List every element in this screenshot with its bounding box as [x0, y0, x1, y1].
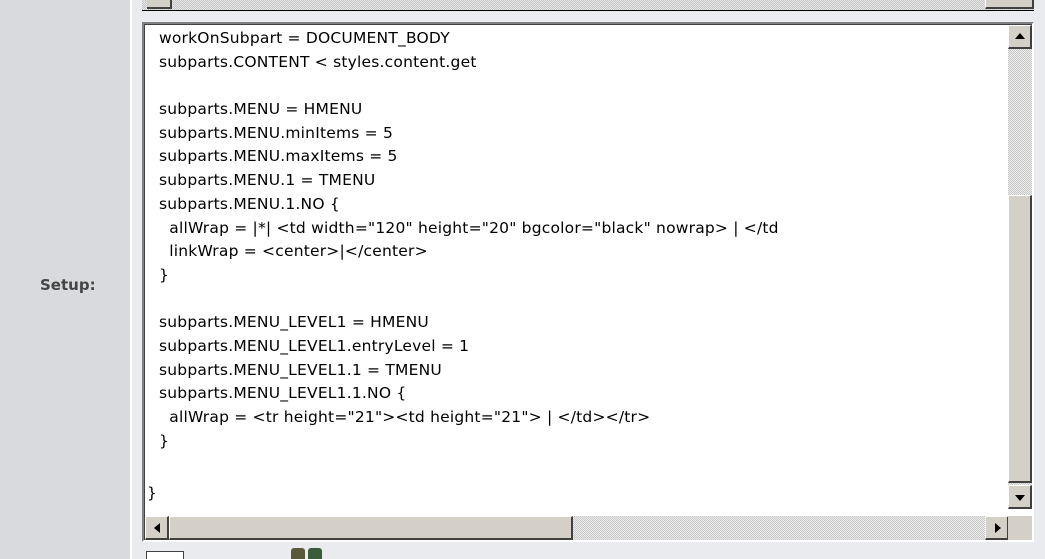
horizontal-scroll-thumb[interactable]	[169, 516, 573, 540]
wizard-icon[interactable]	[291, 548, 305, 559]
arrow-right-icon	[994, 522, 1001, 533]
code-line: subparts.MENU.1.NO {	[159, 194, 340, 213]
setup-textarea[interactable]: workOnSubpart = DOCUMENT_BODY subparts.CO…	[142, 22, 1034, 542]
code-line: subparts.MENU.1 = TMENU	[159, 171, 376, 190]
setup-code[interactable]: workOnSubpart = DOCUMENT_BODY subparts.CO…	[159, 27, 1005, 517]
vertical-scroll-thumb[interactable]	[1008, 195, 1032, 483]
setup-label: Setup:	[40, 276, 96, 294]
setup-textarea-content[interactable]: workOnSubpart = DOCUMENT_BODY subparts.CO…	[144, 24, 1032, 540]
previous-field-scroll-left-button[interactable]	[147, 0, 172, 9]
code-line: allWrap = |*| <td width="120" height="20…	[159, 218, 779, 237]
arrow-down-icon	[1014, 494, 1025, 501]
code-line: subparts.MENU = HMENU	[159, 100, 363, 119]
setup-code-last-line: }	[147, 484, 157, 502]
previous-field-scrollbar[interactable]	[142, 0, 1034, 11]
code-line: subparts.MENU_LEVEL1.1.NO {	[159, 384, 407, 403]
next-field-box[interactable]	[146, 551, 184, 559]
bottom-toolbar	[291, 548, 322, 559]
code-line: linkWrap = <center>|</center>	[159, 242, 428, 261]
scroll-left-button[interactable]	[145, 516, 169, 540]
code-line: workOnSubpart = DOCUMENT_BODY	[159, 29, 450, 47]
code-line: }	[159, 265, 170, 284]
page: Setup: workOnSubpart = DOCUMENT_BODYsubp…	[0, 0, 1045, 559]
horizontal-scrollbar[interactable]	[145, 516, 1009, 540]
scrollbar-corner	[1008, 516, 1032, 540]
arrow-left-icon	[153, 522, 160, 533]
code-line: subparts.MENU.minItems = 5	[159, 123, 394, 142]
code-line: }	[159, 431, 170, 450]
label-column: Setup:	[0, 0, 130, 559]
code-line: subparts.MENU_LEVEL1 = HMENU	[159, 313, 429, 332]
arrow-up-icon	[1014, 32, 1025, 39]
previous-field-scroll-right-button[interactable]	[985, 0, 1034, 9]
scroll-right-button[interactable]	[985, 516, 1009, 540]
code-line: subparts.MENU_LEVEL1.entryLevel = 1	[159, 336, 470, 355]
code-line: subparts.MENU.maxItems = 5	[159, 147, 398, 166]
vertical-scrollbar[interactable]	[1008, 25, 1032, 509]
scroll-up-button[interactable]	[1008, 25, 1032, 49]
code-line: subparts.CONTENT < styles.content.get	[159, 52, 477, 71]
code-line: subparts.MENU_LEVEL1.1 = TMENU	[159, 360, 442, 379]
edit-icon[interactable]	[308, 548, 322, 559]
scroll-down-button[interactable]	[1008, 485, 1032, 509]
code-line: allWrap = <tr height="21"><td height="21…	[159, 408, 651, 426]
